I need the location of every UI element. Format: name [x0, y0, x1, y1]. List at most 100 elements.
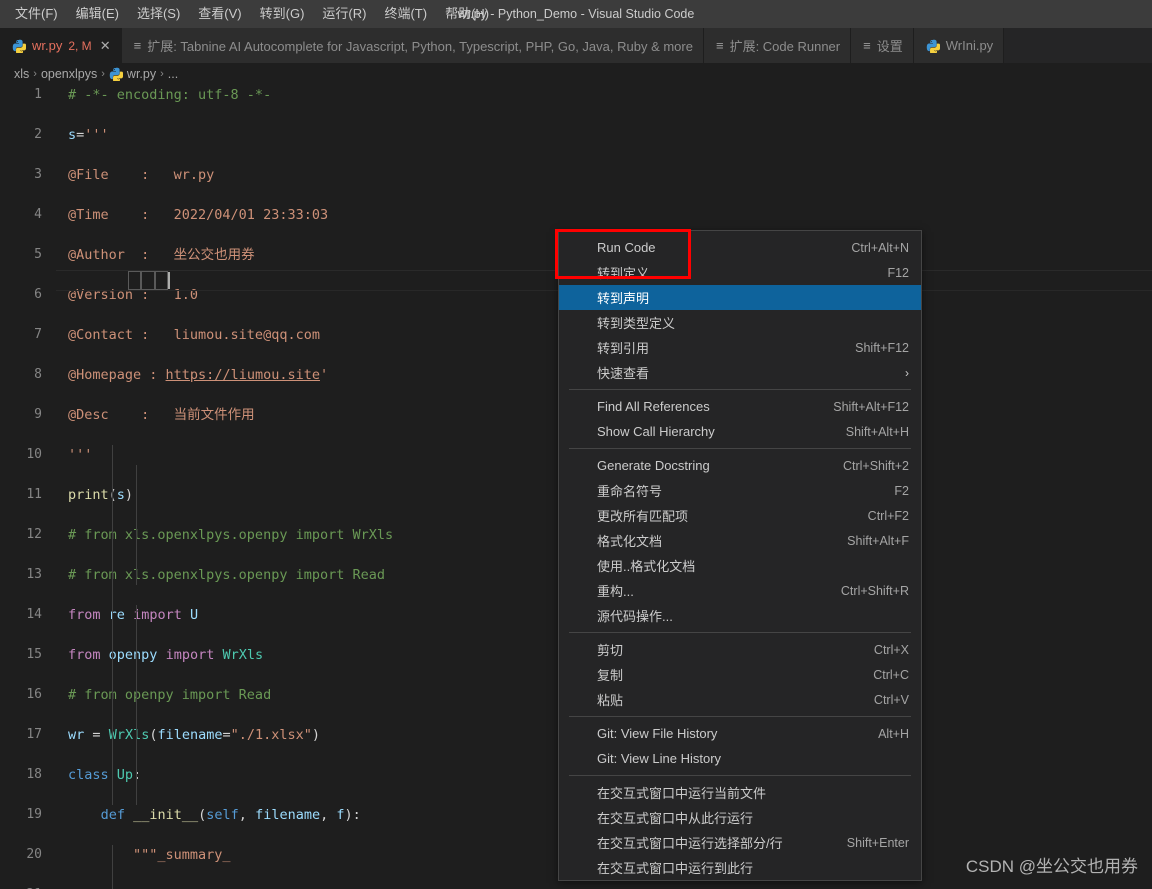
code-line[interactable]: 4 @Time : 2022/04/01 23:33:03: [0, 205, 1152, 225]
context-menu-label: Git: View Line History: [597, 751, 722, 766]
context-menu-label: 更改所有匹配项: [597, 509, 689, 524]
context-menu-keybinding: Shift+Alt+H: [845, 424, 909, 439]
breadcrumb-item[interactable]: xls: [14, 67, 29, 81]
editor-context-menu[interactable]: Run Code Ctrl+Alt+N 转到定义 F12 转到声明 转到类型定义 转到引用 S…: [558, 230, 922, 881]
menu-run[interactable]: 运行(R): [313, 3, 375, 25]
context-menu-label: 剪切: [597, 643, 624, 658]
context-menu-label: 复制: [597, 668, 624, 683]
editor-tab-label: 扩展: Tabnine AI Autocomplete for Javascri…: [147, 39, 693, 54]
editor-tab-label: 扩展: Code Runner: [729, 39, 841, 54]
ctx-show-call-hierarchy[interactable]: Show Call Hierarchy Shift+Alt+H: [559, 419, 921, 444]
line-number: 13: [26, 567, 42, 582]
ctx-generate-docstring[interactable]: Generate Docstring Ctrl+Shift+2: [559, 453, 921, 478]
editor-tab-label: 设置: [876, 39, 903, 54]
breadcrumb-item-label: xls: [14, 67, 30, 81]
context-menu-label: Find All References: [597, 399, 710, 414]
ctx-run-to-line-interactive[interactable]: 在交互式窗口中运行到此行: [559, 855, 921, 880]
breadcrumb-item-label: wr.py: [126, 67, 157, 81]
ctx-go-to-definition[interactable]: 转到定义 F12: [559, 260, 921, 285]
ctx-cut[interactable]: 剪切 Ctrl+X: [559, 637, 921, 662]
editor-tab-label: WrIni.py: [945, 38, 994, 53]
ctx-peek[interactable]: 快速查看 ›: [559, 360, 921, 385]
context-menu-keybinding: Shift+Enter: [846, 835, 909, 850]
context-menu-label: 粘贴: [597, 693, 624, 708]
breadcrumb-item[interactable]: ...: [168, 67, 178, 81]
menu-go[interactable]: 转到(G): [251, 3, 314, 25]
context-menu-keybinding: F2: [894, 483, 909, 498]
breadcrumb-item[interactable]: openxlpys: [41, 67, 97, 81]
ctx-copy[interactable]: 复制 Ctrl+C: [559, 662, 921, 687]
line-content: s=''': [68, 127, 109, 143]
ctx-run-current-file-interactive[interactable]: 在交互式窗口中运行当前文件: [559, 780, 921, 805]
indent-guide: [136, 605, 137, 805]
ctx-go-to-type-definition[interactable]: 转到类型定义: [559, 310, 921, 335]
line-content: @Author : 坐公交也用券: [68, 247, 255, 263]
ctx-git-view-line-history[interactable]: Git: View Line History: [559, 746, 921, 771]
word-highlight-open-paren: [128, 271, 141, 290]
breadcrumb-separator: ›: [101, 68, 105, 80]
code-line[interactable]: 3 @File : wr.py: [0, 165, 1152, 185]
context-menu-keybinding: Shift+Alt+F: [847, 533, 909, 548]
python-icon: [926, 39, 940, 53]
context-menu-label: Git: View File History: [597, 726, 718, 741]
breadcrumb-item[interactable]: wr.py: [109, 67, 156, 81]
line-number: 10: [26, 447, 42, 462]
ctx-change-all-occurrences[interactable]: 更改所有匹配项 Ctrl+F2: [559, 503, 921, 528]
line-content: # from openpy import Read: [68, 687, 272, 703]
editor-tab-close-button[interactable]: ✕: [100, 38, 111, 54]
context-menu-keybinding: Ctrl+X: [873, 642, 909, 657]
line-number: 14: [26, 607, 42, 622]
line-number: 11: [26, 487, 42, 502]
breadcrumb: xls › openxlpys › wr.py ›...: [0, 63, 1152, 85]
code-line[interactable]: 1 # -*- encoding: utf-8 -*-: [0, 85, 1152, 105]
ctx-paste[interactable]: 粘贴 Ctrl+V: [559, 687, 921, 712]
editor-tab[interactable]: ≡ 扩展: Tabnine AI Autocomplete for Javascr…: [121, 28, 704, 63]
ctx-go-to-declaration[interactable]: 转到声明: [559, 285, 921, 310]
editor-tab[interactable]: ≡ 扩展: Code Runner: [703, 28, 852, 63]
line-content: # -*- encoding: utf-8 -*-: [68, 87, 272, 103]
context-menu-keybinding: Ctrl+Shift+R: [840, 583, 909, 598]
ctx-refactor[interactable]: 重构... Ctrl+Shift+R: [559, 578, 921, 603]
editor-tab-badge: 2, M: [68, 38, 92, 53]
ctx-git-view-file-history[interactable]: Git: View File History Alt+H: [559, 721, 921, 746]
context-menu-keybinding: Ctrl+F2: [867, 508, 909, 523]
line-number: 17: [26, 727, 42, 742]
word-highlight-s: [141, 271, 155, 290]
menu-selection[interactable]: 选择(S): [128, 3, 189, 25]
ctx-rename-symbol[interactable]: 重命名符号 F2: [559, 478, 921, 503]
context-menu-separator: [569, 716, 911, 717]
ctx-find-all-references[interactable]: Find All References Shift+Alt+F12: [559, 394, 921, 419]
context-menu-label: 快速查看: [597, 366, 650, 381]
editor-tab[interactable]: ≡ 设置: [851, 28, 914, 63]
code-line[interactable]: 2 s=''': [0, 125, 1152, 145]
vscode-window: 文件(F) 编辑(E) 选择(S) 查看(V) 转到(G) 运行(R) 终端(T) 帮助(H)…: [0, 0, 1152, 889]
context-menu-label: 转到定义: [597, 266, 650, 281]
code-line[interactable]: 21: [0, 885, 1152, 889]
line-content: @File : wr.py: [68, 167, 215, 183]
context-menu-keybinding: F12: [887, 265, 909, 280]
context-menu-keybinding: Shift+F12: [855, 340, 909, 355]
lines-icon: ≡: [715, 38, 724, 53]
line-content: from re import U: [68, 607, 199, 623]
editor-tab[interactable]: wr.py 2, M ✕: [0, 28, 122, 63]
menu-help[interactable]: 帮助(H): [436, 3, 498, 25]
ctx-run-code[interactable]: Run Code Ctrl+Alt+N: [559, 235, 921, 260]
menu-terminal[interactable]: 终端(T): [375, 3, 436, 25]
menu-edit[interactable]: 编辑(E): [67, 3, 128, 25]
lines-icon: ≡: [133, 38, 142, 53]
line-number: 18: [26, 767, 42, 782]
menu-view[interactable]: 查看(V): [189, 3, 250, 25]
ctx-go-to-references[interactable]: 转到引用 Shift+F12: [559, 335, 921, 360]
ctx-format-document-with[interactable]: 使用..格式化文档: [559, 553, 921, 578]
context-menu-keybinding: Ctrl+Shift+2: [842, 458, 909, 473]
ctx-format-document[interactable]: 格式化文档 Shift+Alt+F: [559, 528, 921, 553]
python-icon: [109, 67, 123, 81]
ctx-run-from-line-interactive[interactable]: 在交互式窗口中从此行运行: [559, 805, 921, 830]
menu-file[interactable]: 文件(F): [6, 3, 67, 25]
line-content: print(s): [68, 487, 134, 503]
context-menu-label: 使用..格式化文档: [597, 559, 696, 574]
editor-tab[interactable]: WrIni.py: [913, 28, 1005, 63]
line-content: @Time : 2022/04/01 23:33:03: [68, 207, 329, 223]
ctx-source-action[interactable]: 源代码操作...: [559, 603, 921, 628]
ctx-run-selection-interactive[interactable]: 在交互式窗口中运行选择部分/行 Shift+Enter: [559, 830, 921, 855]
